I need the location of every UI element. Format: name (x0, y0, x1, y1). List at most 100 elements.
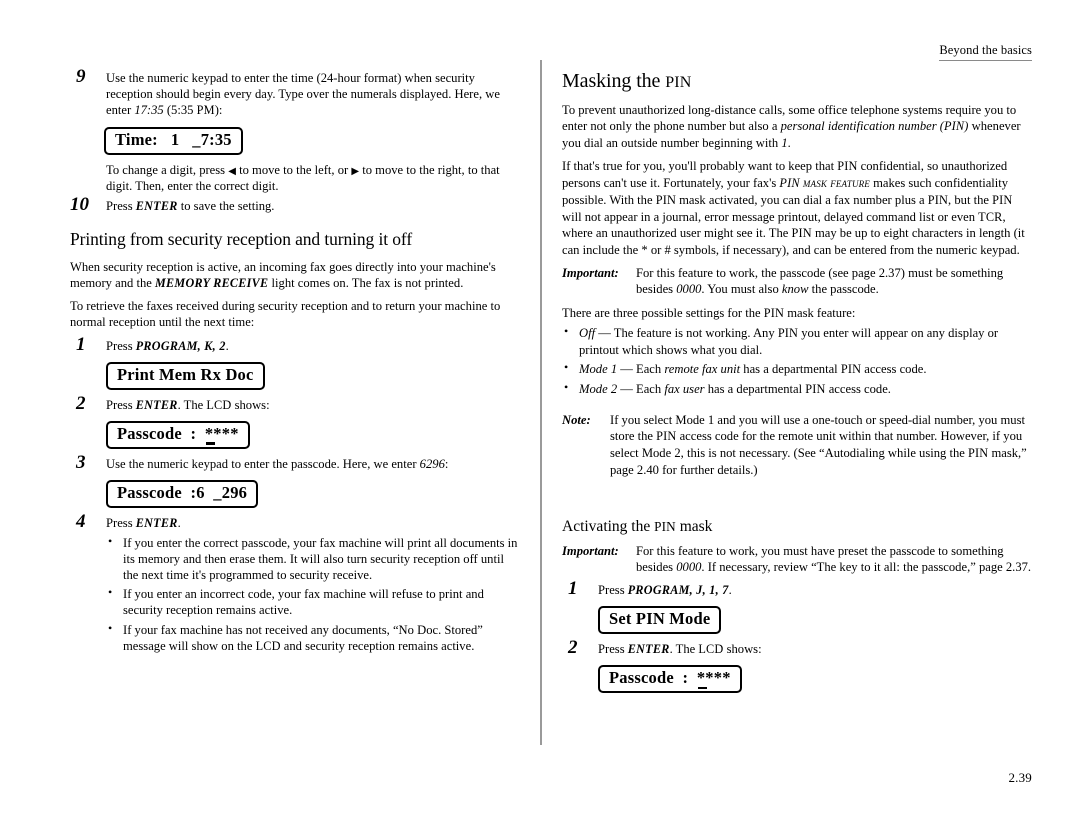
setting-mid-ital: fax user (664, 382, 705, 397)
lcd-value-wrap: **** (205, 424, 239, 445)
pin-word: PIN (777, 326, 799, 341)
imp2-zeros: 0000 (676, 559, 702, 574)
lcd-cursor (205, 442, 215, 445)
setting-term: Off (579, 326, 596, 341)
setting-text-a: Each (636, 362, 665, 377)
list-item: If you enter an incorrect code, your fax… (106, 585, 520, 618)
imp2-b: . If necessary, review “The key to it al… (701, 559, 1032, 574)
pin-2: PIN (655, 192, 676, 207)
step-4-text: Press ENTER. (106, 515, 520, 532)
important-label: Important: (562, 266, 619, 281)
step-9-pm: PM (196, 103, 215, 118)
p1-d: . (787, 135, 791, 150)
pin-5: PIN (791, 226, 812, 241)
left-column: 9 Use the numeric keypad to enter the ti… (70, 67, 520, 660)
step-4: 4 Press ENTER. (70, 510, 520, 532)
p1-pin-ital: (PIN) (939, 119, 969, 134)
lcd-panel-passcode-masked: Passcode : **** (106, 420, 250, 449)
note-label: Note: (562, 413, 591, 427)
lcd-panel-set-pin-mode: Set PIN Mode (598, 606, 722, 635)
step-number: 2 (76, 392, 86, 414)
lcd-text: Passcode : **** (117, 423, 239, 445)
activating-step-1: 1 Press PROGRAM, J, 1, 7. (562, 578, 1032, 600)
list-item: If you enter the correct passcode, your … (106, 534, 520, 584)
step-9-time: 17:35 (134, 103, 164, 118)
step-2-text-a: Press (598, 642, 628, 657)
activating-step-2: 2 Press ENTER. The LCD shows: (562, 638, 1032, 658)
para1-b: light comes on. The fax is not printed. (268, 275, 464, 290)
step-1-text-b: . (728, 583, 732, 598)
after-b: to move to the left, or (235, 163, 352, 178)
important-block-1: Important: For this feature to work, the… (562, 265, 1032, 297)
key-enter: ENTER (627, 642, 670, 657)
important-body: For this feature to work, you must have … (636, 543, 1032, 575)
step-9-text-b: (5:35 (163, 103, 197, 118)
lcd-text: Time: 1 _7:35 (115, 130, 232, 150)
step-10-text-a: Press (106, 199, 136, 214)
important-block-2: Important: For this feature to work, you… (562, 543, 1032, 575)
lcd-label: Passcode : (117, 423, 205, 443)
step-2-text: Press ENTER. The LCD shows: (106, 397, 520, 414)
list-item: Mode 1 — Each remote fax unit has a depa… (562, 360, 1032, 378)
step-number: 3 (76, 451, 86, 473)
si-b: mask feature: (784, 305, 856, 320)
key-program-k-2: PROGRAM, K, 2 (135, 338, 226, 353)
step-4-bullets: If you enter the correct passcode, your … (106, 534, 520, 655)
step-number: 1 (568, 578, 578, 600)
step-10-text-b: to save the setting. (177, 199, 275, 214)
p2-d: mask activated, you can dial a fax numbe… (675, 192, 928, 207)
setting-text-mid: has a departmental (740, 362, 841, 377)
lcd-text: Print Mem Rx Doc (117, 364, 254, 384)
step-9-text-c: ): (214, 103, 223, 118)
lcd-panel-passcode-masked-2: Passcode : **** (598, 665, 742, 694)
pin-1: PIN (837, 159, 858, 174)
setting-text-mid: has a departmental (704, 382, 806, 397)
step-1: 1 Press PROGRAM, K, 2. (70, 335, 520, 355)
step-9-note: To change a digit, press ◀ to move to th… (70, 162, 520, 194)
step-10: 10 Press ENTER to save the setting. (70, 195, 520, 215)
subsection-title-activating: Activating the PIN mask (562, 518, 1032, 536)
lcd-value-wrap: **** (697, 668, 731, 690)
list-item: If your fax machine has not received any… (106, 621, 520, 655)
step-1-text-b: . (225, 338, 229, 353)
note-body: If you select Mode 1 and you will use a … (610, 412, 1032, 478)
step-3-text: Use the numeric keypad to enter the pass… (106, 456, 520, 472)
lcd-word: LCD (206, 397, 232, 412)
step-3-code: 6296 (419, 456, 445, 471)
paragraph-intro-1: To prevent unauthorized long-distance ca… (562, 102, 1032, 151)
page-number: 2.39 (1008, 770, 1032, 785)
lcd-word: LCD (698, 642, 724, 657)
paragraph-intro-2: If that's true for you, you'll probably … (562, 158, 1032, 258)
step-3-text-a: Use the numeric keypad to enter the pass… (106, 456, 420, 471)
important-body: For this feature to work, the passcode (… (636, 265, 1032, 297)
after-a: To change a digit, press (106, 163, 229, 178)
step-1-text: Press PROGRAM, K, 2. (106, 338, 520, 355)
setting-text-a: Each (636, 382, 665, 397)
step-2: 2 Press ENTER. The LCD shows: (70, 392, 520, 414)
pin-mask-feature: PIN mask feature (779, 175, 870, 190)
paragraph-security-reception: When security reception is active, an in… (70, 259, 520, 292)
setting-mid-ital: remote fax unit (664, 362, 741, 377)
imp1-c: the passcode. (808, 282, 879, 297)
lcd-word: LCD (255, 638, 281, 653)
arrow-right-icon: ▶ (351, 166, 360, 178)
title-pin: PIN (665, 74, 692, 91)
step-2-text-c: shows: (231, 397, 270, 412)
p2-a: If that's true for you, you'll probably … (562, 159, 838, 174)
column-divider (540, 60, 542, 745)
key-enter: ENTER (135, 199, 178, 214)
imp1-b: . You must also (701, 282, 782, 297)
lcd-label: Passcode : (609, 668, 697, 688)
lcd-panel-time: Time: 1 _7:35 (104, 127, 243, 156)
lcd-panel-print-mem-rx-doc: Print Mem Rx Doc (106, 361, 265, 390)
setting-text-b: access code. (861, 362, 927, 377)
step-3: 3 Use the numeric keypad to enter the pa… (70, 451, 520, 473)
step-9-after-text: To change a digit, press ◀ to move to th… (106, 162, 520, 194)
pin-word: PIN (840, 362, 862, 377)
step-2-text-b: . The (177, 397, 207, 412)
key-enter: ENTER (135, 515, 178, 530)
st-a: Activating the (562, 517, 655, 535)
step-number: 4 (76, 510, 86, 532)
setting-term: Mode 2 (579, 382, 618, 397)
step-1-text: Press PROGRAM, J, 1, 7. (598, 582, 1032, 599)
